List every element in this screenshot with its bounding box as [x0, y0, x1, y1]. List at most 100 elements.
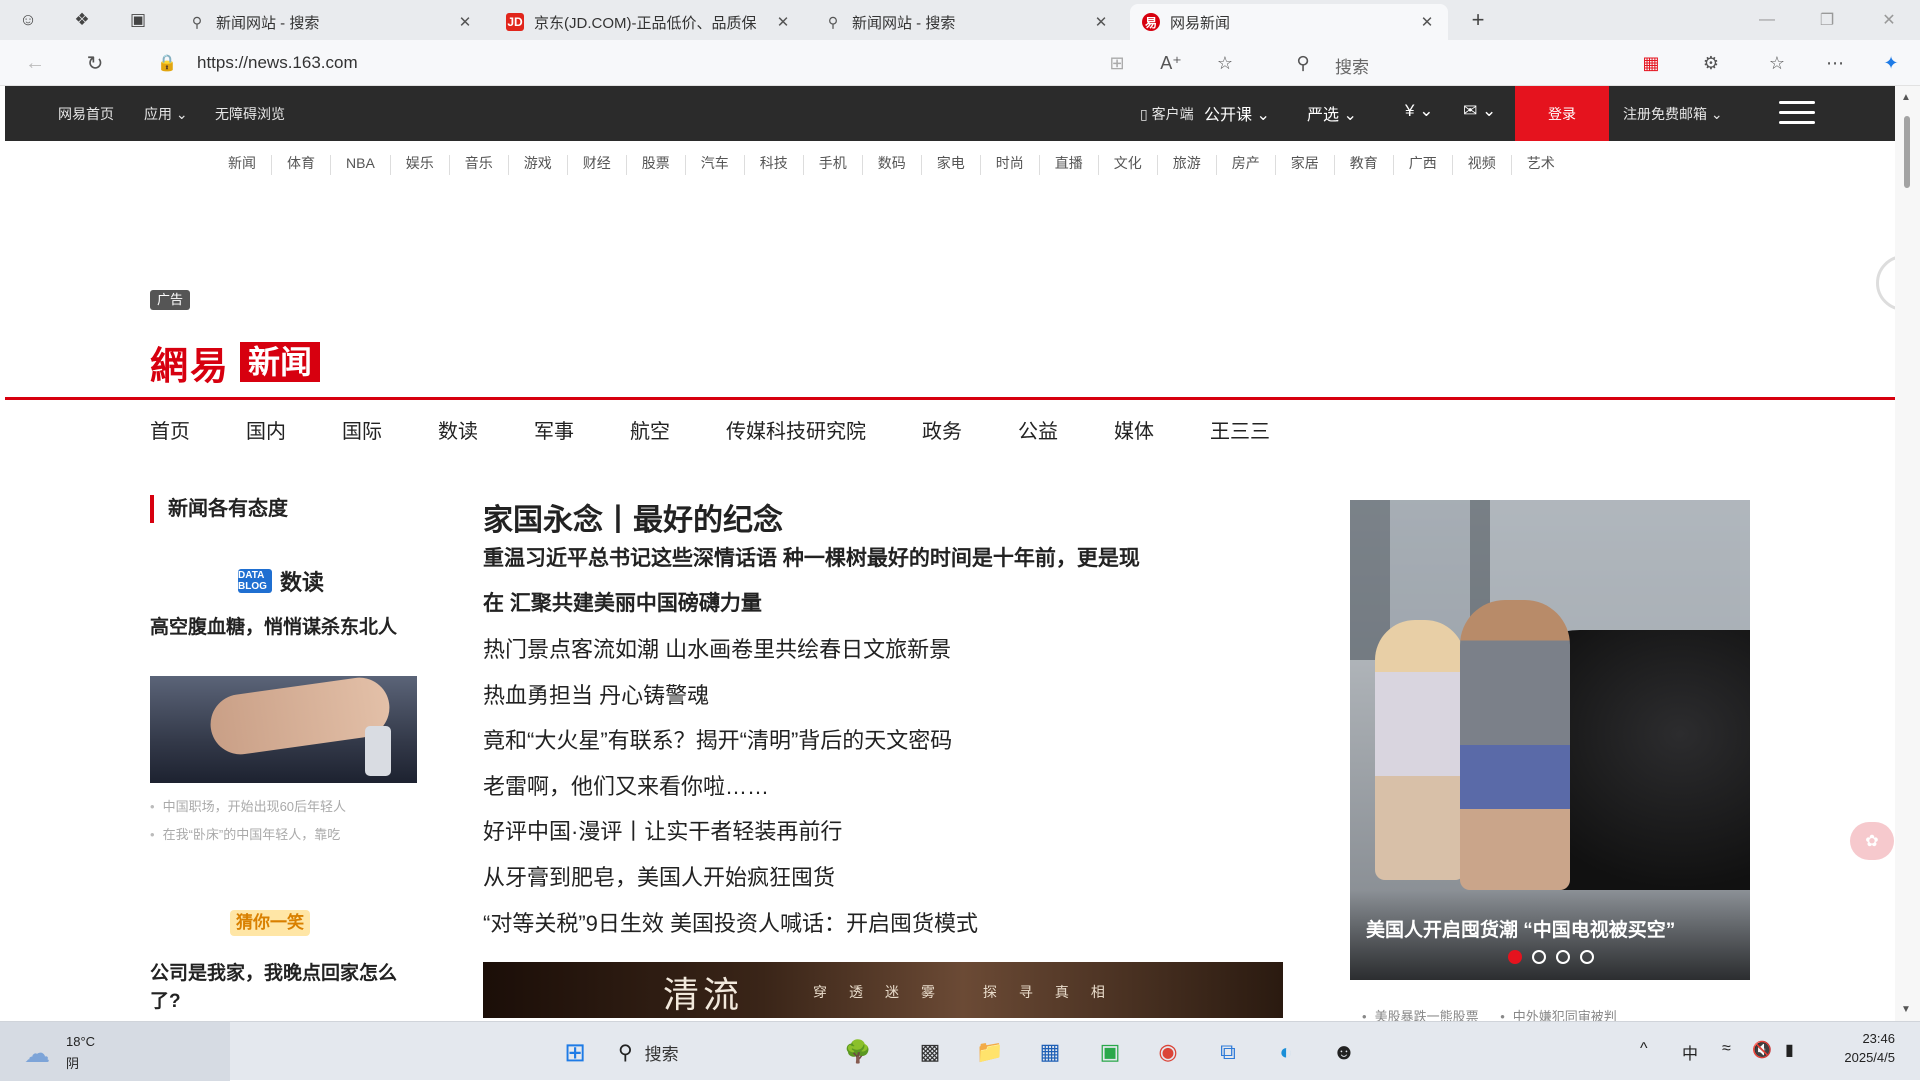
channel-link[interactable]: 数码	[863, 155, 922, 175]
login-button[interactable]: 登录	[1515, 86, 1609, 141]
link-mail[interactable]: ✉ ⌄	[1463, 101, 1496, 121]
weather-widget[interactable]: ☁ 18°C 阴	[0, 1022, 230, 1081]
channel-link[interactable]: 汽车	[686, 155, 745, 175]
volume-mute-icon[interactable]: 🔇	[1752, 1040, 1772, 1060]
nav-media-tech[interactable]: 传媒科技研究院	[726, 415, 866, 444]
more-menu-icon[interactable]: ⋯	[1820, 49, 1850, 77]
edge-icon[interactable]: ◐	[1268, 1034, 1304, 1070]
workspaces-icon[interactable]: ❖	[68, 6, 96, 34]
close-icon[interactable]: ✕	[456, 13, 474, 31]
list-item[interactable]: 在我“卧床”的中国年轻人，靠吃	[150, 821, 420, 849]
story-thumbnail[interactable]	[150, 676, 417, 783]
extensions-puzzle-icon[interactable]: ⚙	[1696, 49, 1726, 77]
nav-military[interactable]: 军事	[534, 415, 574, 444]
close-icon[interactable]: ✕	[1092, 13, 1110, 31]
sub-headline[interactable]: 在 汇聚共建美丽中国磅礴力量	[483, 581, 1253, 626]
maximize-icon[interactable]: ❐	[1804, 6, 1850, 34]
nav-data-read[interactable]: 数读	[438, 415, 478, 444]
channel-link[interactable]: 房产	[1217, 155, 1276, 175]
carousel-caption[interactable]: 美国人开启囤货潮 “中国电视被买空”	[1366, 915, 1675, 942]
taskbar-search[interactable]: ⚲ 搜索	[618, 1036, 878, 1068]
carousel-dot[interactable]	[1556, 950, 1570, 964]
floating-feedback-icon[interactable]: ✿	[1850, 822, 1894, 860]
channel-link[interactable]: 手机	[804, 155, 863, 175]
news-link[interactable]: 从牙膏到肥皂，美国人开始疯狂囤货	[483, 855, 1263, 901]
channel-link[interactable]: 家居	[1276, 155, 1335, 175]
nav-public-welfare[interactable]: 公益	[1018, 415, 1058, 444]
widget-icon[interactable]: 🌳	[840, 1034, 876, 1070]
channel-link[interactable]: 游戏	[509, 155, 568, 175]
link-pay[interactable]: ¥ ⌄	[1405, 101, 1433, 121]
carousel-dot[interactable]	[1508, 950, 1522, 964]
news-link[interactable]: 好评中国·漫评丨让实干者轻装再前行	[483, 809, 1263, 855]
sub-headline[interactable]: 重温习近平总书记这些深情话语 种一棵树最好的时间是十年前，更是现	[483, 536, 1253, 581]
channel-link[interactable]: 股票	[627, 155, 686, 175]
page-scrollbar[interactable]: ▲ ▼	[1895, 86, 1920, 1021]
channel-link[interactable]: 科技	[745, 155, 804, 175]
close-window-icon[interactable]: ✕	[1866, 6, 1912, 34]
chrome-icon[interactable]: ◉	[1150, 1034, 1186, 1070]
channel-link[interactable]: 新闻	[228, 155, 272, 175]
battery-icon[interactable]: ▮	[1785, 1040, 1794, 1060]
story-title[interactable]: 公司是我家，我晚点回家怎么了?	[150, 960, 422, 1016]
nav-domestic[interactable]: 国内	[246, 415, 286, 444]
nav-media[interactable]: 媒体	[1114, 415, 1154, 444]
story-title[interactable]: 高空腹血糖，悄悄谋杀东北人	[150, 614, 422, 642]
channel-link[interactable]: 文化	[1099, 155, 1158, 175]
vscode-icon[interactable]: ⧉	[1210, 1034, 1246, 1070]
tab-jd[interactable]: JD 京东(JD.COM)-正品低价、品质保 ✕	[494, 4, 804, 40]
nav-government[interactable]: 政务	[922, 415, 962, 444]
tab-search-1[interactable]: ⚲ 新闻网站 - 搜索 ✕	[176, 4, 486, 40]
nav-aviation[interactable]: 航空	[630, 415, 670, 444]
link-netease-home[interactable]: 网易首页	[58, 104, 114, 124]
channel-link[interactable]: NBA	[331, 155, 391, 175]
channel-link[interactable]: 教育	[1335, 155, 1394, 175]
extension-icon[interactable]: ▦	[1636, 49, 1666, 77]
copilot-icon[interactable]: ✦	[1876, 49, 1906, 77]
promo-tag[interactable]: 猜你一笑	[230, 910, 310, 936]
app-icon[interactable]: ▣	[1092, 1034, 1128, 1070]
windows-start-icon[interactable]: ⊞	[557, 1034, 593, 1070]
site-info-icon[interactable]: 🔒	[152, 49, 182, 77]
channel-link[interactable]: 旅游	[1158, 155, 1217, 175]
scroll-up-icon[interactable]: ▲	[1901, 92, 1911, 103]
qq-icon[interactable]: ☻	[1326, 1034, 1362, 1070]
channel-link[interactable]: 时尚	[981, 155, 1040, 175]
channel-link[interactable]: 体育	[272, 155, 331, 175]
task-view-icon[interactable]: ▩	[912, 1034, 948, 1070]
link-open-course[interactable]: 公开课 ⌄	[1204, 101, 1270, 125]
file-explorer-icon[interactable]: 📁	[972, 1034, 1008, 1070]
news-link[interactable]: 竟和“大火星”有联系？揭开“清明”背后的天文密码	[483, 718, 1263, 764]
menu-hamburger-icon[interactable]	[1779, 101, 1815, 125]
search-field[interactable]: 搜索	[1335, 53, 1369, 78]
channel-link[interactable]: 视频	[1453, 155, 1512, 175]
netease-news-logo[interactable]: 網易 新闻	[150, 340, 321, 388]
scroll-thumb[interactable]	[1904, 116, 1910, 188]
close-icon[interactable]: ✕	[774, 13, 792, 31]
channel-link[interactable]: 艺术	[1512, 155, 1570, 175]
link-client[interactable]: ▯ 客户端	[1140, 104, 1194, 124]
channel-link[interactable]: 家电	[922, 155, 981, 175]
news-link[interactable]: “对等关税”9日生效 美国投资人喊话：开启囤货模式	[483, 901, 1263, 947]
new-tab-icon[interactable]: +	[1464, 6, 1492, 34]
channel-link[interactable]: 娱乐	[391, 155, 450, 175]
channel-link[interactable]: 财经	[568, 155, 627, 175]
nav-international[interactable]: 国际	[342, 415, 382, 444]
close-icon[interactable]: ✕	[1418, 13, 1436, 31]
link-apps[interactable]: 应用 ⌄	[144, 104, 188, 124]
tab-search-2[interactable]: ⚲ 新闻网站 - 搜索 ✕	[812, 4, 1122, 40]
news-carousel[interactable]: 美国人开启囤货潮 “中国电视被买空”	[1350, 500, 1750, 980]
channel-link[interactable]: 直播	[1040, 155, 1099, 175]
nav-home[interactable]: 首页	[150, 415, 190, 444]
carousel-dot[interactable]	[1580, 950, 1594, 964]
news-link[interactable]: 热血勇担当 丹心铸警魂	[483, 673, 1263, 719]
channel-link[interactable]: 音乐	[450, 155, 509, 175]
carousel-dot[interactable]	[1532, 950, 1546, 964]
news-link[interactable]: 老雷啊，他们又来看你啦……	[483, 764, 1263, 810]
ime-indicator[interactable]: 中	[1682, 1040, 1698, 1064]
list-item[interactable]: 中国职场，开始出现60后年轻人	[150, 793, 420, 821]
link-yanxuan[interactable]: 严选 ⌄	[1307, 101, 1357, 125]
link-accessibility[interactable]: 无障碍浏览	[215, 104, 285, 124]
back-icon[interactable]: ←	[20, 49, 50, 77]
qingliu-banner[interactable]: 清流 穿透迷雾 探寻真相	[483, 962, 1283, 1018]
